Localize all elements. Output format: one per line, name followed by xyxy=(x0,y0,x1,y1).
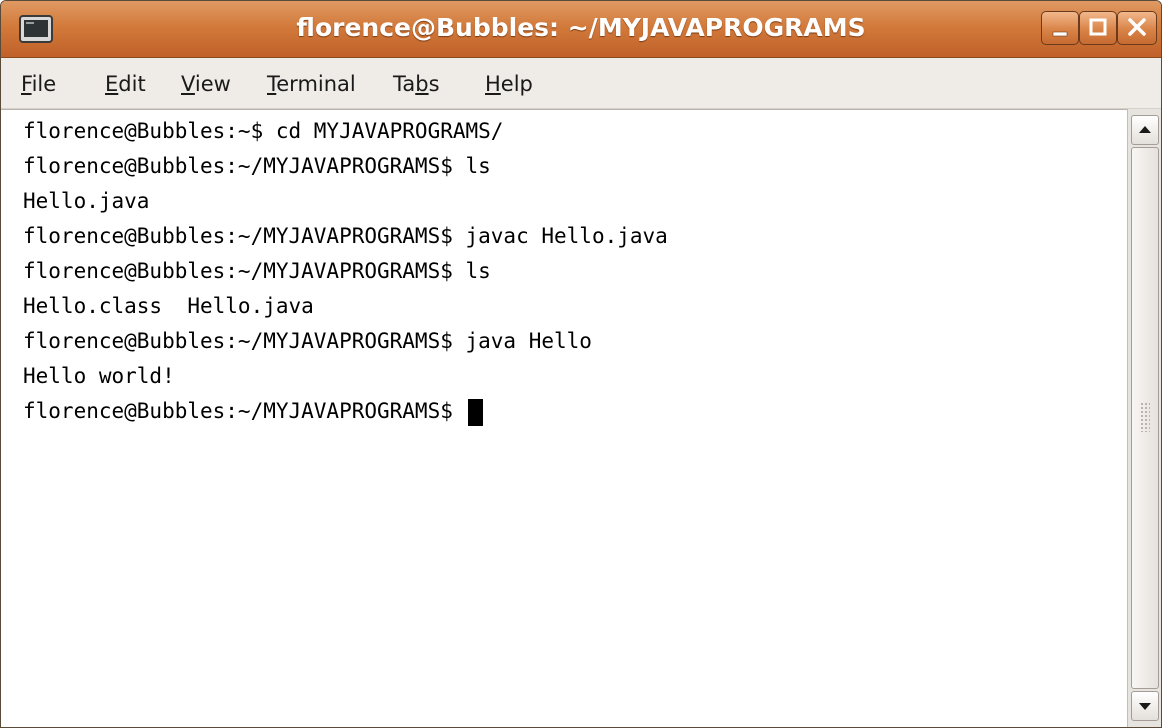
scroll-up-button[interactable] xyxy=(1131,115,1159,145)
menu-file[interactable]: File xyxy=(21,72,56,96)
menu-tabs[interactable]: Tabs xyxy=(393,72,440,96)
terminal-line: florence@Bubbles:~/MYJAVAPROGRAMS$ ls xyxy=(23,259,491,283)
menu-view-mnemonic: V xyxy=(181,72,195,96)
minimize-button[interactable] xyxy=(1041,11,1079,45)
maximize-icon xyxy=(1089,18,1107,36)
terminal-line: Hello.java xyxy=(23,189,150,213)
terminal-prompt-line: florence@Bubbles:~/MYJAVAPROGRAMS$ xyxy=(23,394,668,429)
scroll-thumb[interactable] xyxy=(1131,147,1159,689)
menu-edit[interactable]: Edit xyxy=(105,72,146,96)
terminal-line: florence@Bubbles:~$ cd MYJAVAPROGRAMS/ xyxy=(23,119,504,143)
menu-tabs-mnemonic: b xyxy=(415,72,429,96)
menu-edit-mnemonic: E xyxy=(105,72,119,96)
terminal-output: florence@Bubbles:~$ cd MYJAVAPROGRAMS/ f… xyxy=(23,114,668,429)
terminal-prompt: florence@Bubbles:~/MYJAVAPROGRAMS$ xyxy=(23,399,466,423)
menu-file-mnemonic: F xyxy=(21,72,32,96)
window-title: florence@Bubbles: ~/MYJAVAPROGRAMS xyxy=(296,13,866,42)
menu-file-label: ile xyxy=(31,72,57,96)
menu-help-mnemonic: H xyxy=(485,72,501,96)
close-button[interactable] xyxy=(1117,11,1157,45)
vertical-scrollbar[interactable] xyxy=(1127,109,1161,727)
title-bar[interactable]: florence@Bubbles: ~/MYJAVAPROGRAMS xyxy=(1,1,1161,58)
menu-terminal-label: erminal xyxy=(276,72,356,96)
terminal-window: florence@Bubbles: ~/MYJAVAPROGRAMS File … xyxy=(0,0,1162,728)
arrow-down-icon xyxy=(1139,703,1151,710)
close-icon xyxy=(1128,18,1146,36)
menu-terminal[interactable]: Terminal xyxy=(267,72,356,96)
menu-help[interactable]: Help xyxy=(485,72,533,96)
terminal-line: Hello world! xyxy=(23,364,175,388)
terminal-line: Hello.class Hello.java xyxy=(23,294,314,318)
maximize-button[interactable] xyxy=(1079,11,1117,45)
arrow-up-icon xyxy=(1139,126,1151,133)
terminal-icon[interactable] xyxy=(19,15,53,43)
menu-view[interactable]: View xyxy=(181,72,231,96)
terminal-line: florence@Bubbles:~/MYJAVAPROGRAMS$ javac… xyxy=(23,224,668,248)
menu-bar: File Edit View Terminal Tabs Help xyxy=(1,58,1161,109)
menu-tabs-label: s xyxy=(428,72,440,96)
terminal-line: florence@Bubbles:~/MYJAVAPROGRAMS$ java … xyxy=(23,329,592,353)
scroll-down-button[interactable] xyxy=(1131,691,1159,721)
terminal-area[interactable]: florence@Bubbles:~$ cd MYJAVAPROGRAMS/ f… xyxy=(1,109,1127,727)
grip-icon xyxy=(1140,402,1150,432)
menu-terminal-mnemonic: T xyxy=(267,72,277,96)
minimize-icon xyxy=(1052,31,1068,37)
text-cursor xyxy=(467,398,483,426)
menu-edit-label: dit xyxy=(118,72,146,96)
terminal-line: florence@Bubbles:~/MYJAVAPROGRAMS$ ls xyxy=(23,154,491,178)
menu-help-label: elp xyxy=(500,72,533,96)
menu-view-label: iew xyxy=(194,72,231,96)
menu-tabs-prefix: Ta xyxy=(393,72,416,96)
